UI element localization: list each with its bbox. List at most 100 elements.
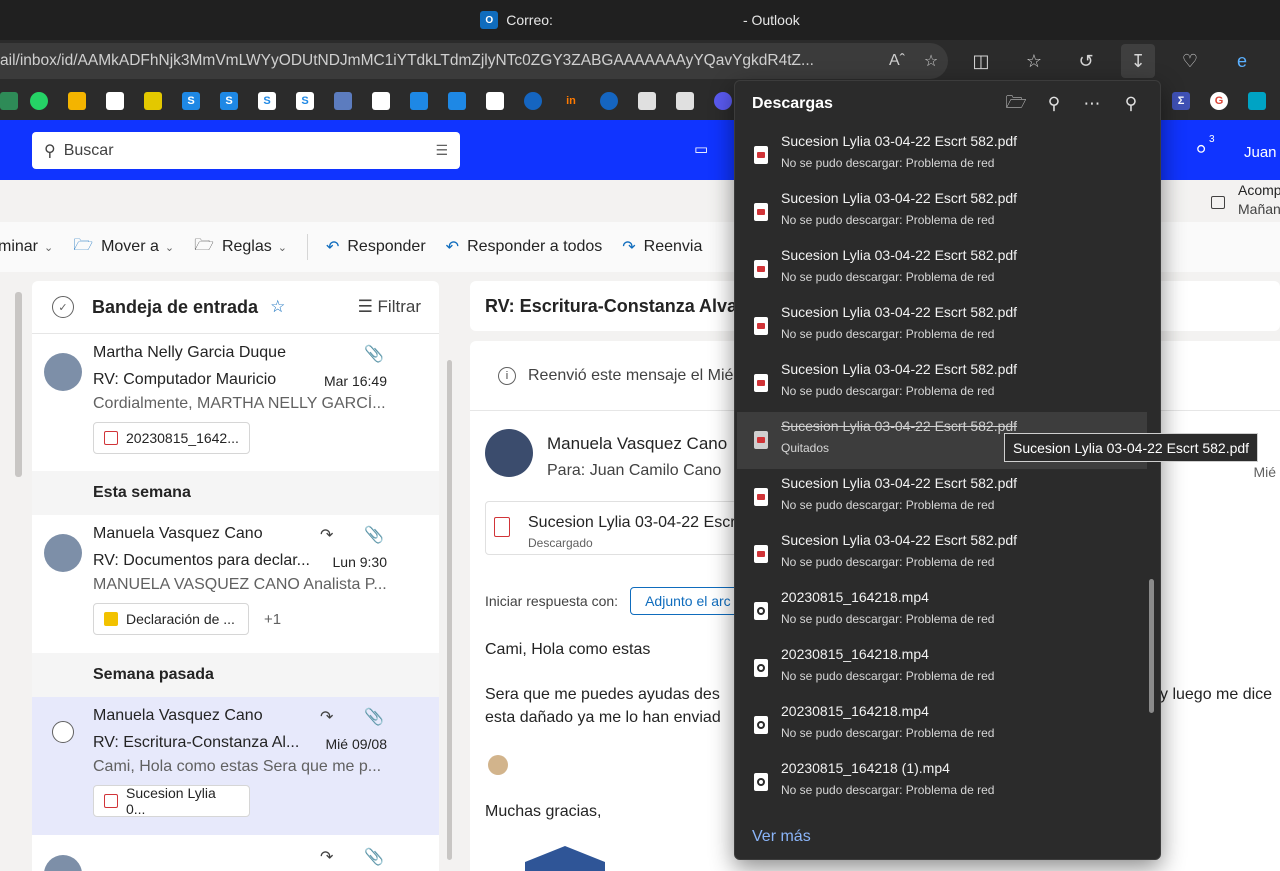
message-date: Lun 9:30: [332, 554, 388, 570]
s-icon[interactable]: S: [296, 92, 314, 110]
download-item[interactable]: 20230815_164218.mp4 No se pudo descargar:…: [737, 583, 1147, 640]
to-name[interactable]: Juan Camilo Cano: [590, 462, 722, 479]
address-bar[interactable]: ail/inbox/id/AAMkADFhNjk3MmVmLWYyODUtNDJ…: [0, 43, 948, 79]
mail-icon[interactable]: [638, 92, 656, 110]
reading-from[interactable]: Manuela Vasquez Cano: [547, 434, 727, 454]
download-filename: Sucesion Lylia 03-04-22 Escrt 582.pdf: [781, 133, 1018, 149]
download-filename: Sucesion Lylia 03-04-22 Escrt 582.pdf: [781, 361, 1018, 377]
select-all-icon[interactable]: ✓: [52, 296, 74, 318]
download-item[interactable]: Sucesion Lylia 03-04-22 Escrt 582.pdf No …: [737, 469, 1147, 526]
split-screen-icon[interactable]: ◫: [964, 44, 998, 78]
favorite-star-icon[interactable]: ☆: [914, 51, 948, 71]
tips-icon[interactable]: ⚪: [1194, 140, 1208, 160]
list-item[interactable]: ↷ 📎: [32, 835, 439, 871]
message-subject: RV: Documentos para declar...: [93, 552, 310, 569]
health-icon[interactable]: ♡: [1173, 44, 1207, 78]
download-item[interactable]: 20230815_164218.mp4 No se pudo descargar:…: [737, 640, 1147, 697]
whatsapp-icon[interactable]: [30, 92, 48, 110]
page-icon[interactable]: [486, 92, 504, 110]
favorite-star-icon[interactable]: ☆: [270, 297, 285, 317]
delete-button[interactable]: minar ⌄: [0, 238, 53, 256]
sigma-icon[interactable]: Σ: [1172, 92, 1190, 110]
forward-button[interactable]: ↷ Reenvia: [622, 237, 702, 257]
pin-icon[interactable]: ⚲: [1120, 93, 1142, 115]
download-item[interactable]: 20230815_164218 (1).mp4 No se pudo descar…: [737, 754, 1147, 811]
filter-button[interactable]: ☰ Filtrar: [358, 297, 421, 317]
download-item[interactable]: Sucesion Lylia 03-04-22 Escrt 582.pdf No …: [737, 526, 1147, 583]
read-aloud-icon[interactable]: Aˆ: [880, 52, 914, 70]
more-options-icon[interactable]: ⋯: [1081, 93, 1103, 115]
attachment-chip[interactable]: 20230815_1642...: [93, 422, 250, 454]
reply-all-button[interactable]: ↶ Responder a todos: [446, 237, 603, 257]
quick-reply-button[interactable]: Adjunto el arc: [630, 587, 746, 615]
download-item[interactable]: Sucesion Lylia 03-04-22 Escrt 582.pdf No …: [737, 241, 1147, 298]
bookmark-icon[interactable]: in: [562, 92, 580, 110]
bookmark-icon[interactable]: [600, 92, 618, 110]
page-icon[interactable]: [106, 92, 124, 110]
s-icon[interactable]: S: [220, 92, 238, 110]
bookmark-icon[interactable]: [448, 92, 466, 110]
attachment-chip[interactable]: Declaración de ...: [93, 603, 249, 635]
bookmark-icon[interactable]: [68, 92, 86, 110]
bookmark-icon[interactable]: [0, 92, 18, 110]
folder-scrollbar[interactable]: [15, 292, 22, 477]
list-item[interactable]: Manuela Vasquez Cano ↷ 📎 RV: Documentos …: [32, 515, 439, 653]
search-icon[interactable]: ⚲: [1043, 93, 1065, 115]
list-scrollbar[interactable]: [445, 340, 453, 860]
page-icon[interactable]: [372, 92, 390, 110]
scroll-thumb[interactable]: [447, 360, 452, 860]
move-button[interactable]: 🗁 Mover a ⌄: [73, 234, 174, 261]
downloads-icon[interactable]: ↧: [1121, 44, 1155, 78]
select-circle[interactable]: [52, 721, 74, 743]
url-text[interactable]: ail/inbox/id/AAMkADFhNjk3MmVmLWYyODUtNDJ…: [0, 52, 880, 70]
download-status: No se pudo descargar: Problema de red: [781, 213, 995, 227]
body-greeting: Cami, Hola como estas: [485, 641, 651, 658]
bookmark-icon[interactable]: [410, 92, 428, 110]
attachment-name: Sucesion Lylia 03-04-22 Escr: [528, 514, 736, 531]
list-item[interactable]: Martha Nelly Garcia Duque 📎 RV: Computad…: [32, 334, 439, 470]
mail-icon[interactable]: [676, 92, 694, 110]
download-item[interactable]: Sucesion Lylia 03-04-22 Escrt 582.pdf No …: [737, 298, 1147, 355]
attachment-status: Descargado: [528, 536, 593, 550]
download-item[interactable]: Sucesion Lylia 03-04-22 Escrt 582.pdf No …: [737, 127, 1147, 184]
video-file-icon: [104, 431, 118, 445]
see-more-link[interactable]: Ver más: [752, 828, 811, 846]
avatar: [44, 353, 82, 391]
bookmark-icon[interactable]: [714, 92, 732, 110]
pdf-file-icon: [754, 260, 768, 278]
rules-button[interactable]: 🗁 Reglas ⌄: [194, 234, 287, 261]
user-name[interactable]: Juan: [1244, 144, 1277, 161]
favorites-icon[interactable]: ☆: [1017, 44, 1051, 78]
download-item[interactable]: Sucesion Lylia 03-04-22 Escrt 582.pdf No …: [737, 184, 1147, 241]
message-list: ✓ Bandeja de entrada ☆ ☰ Filtrar Martha …: [32, 281, 439, 871]
shield-icon[interactable]: [334, 92, 352, 110]
search-filter-icon[interactable]: ☰: [435, 142, 448, 159]
pdf-file-icon: [754, 431, 768, 449]
message-sender: Manuela Vasquez Cano: [93, 707, 263, 724]
reply-button[interactable]: ↶ Responder: [326, 237, 426, 257]
bookmark-icon[interactable]: [524, 92, 542, 110]
sender-avatar[interactable]: [485, 429, 533, 477]
message-date: Mar 16:49: [323, 373, 387, 389]
message-subject: RV: Escritura-Constanza Al...: [93, 734, 300, 751]
downloads-scrollbar[interactable]: [1149, 579, 1154, 713]
bookmark-icon[interactable]: [1248, 92, 1266, 110]
more-attachments[interactable]: +1: [264, 611, 281, 628]
download-item[interactable]: 20230815_164218.mp4 No se pudo descargar:…: [737, 697, 1147, 754]
attachment-chip[interactable]: Sucesion Lylia 0...: [93, 785, 250, 817]
s-icon[interactable]: S: [258, 92, 276, 110]
open-folder-icon[interactable]: 🗁: [1005, 93, 1027, 115]
reminder-title[interactable]: Acomp: [1238, 182, 1280, 198]
s-icon[interactable]: S: [182, 92, 200, 110]
google-icon[interactable]: G: [1210, 92, 1228, 110]
edge-icon[interactable]: e: [1225, 44, 1259, 78]
video-file-icon: [754, 659, 768, 677]
list-item-selected[interactable]: Manuela Vasquez Cano ↷ 📎 RV: Escritura-C…: [32, 697, 439, 835]
meet-icon[interactable]: ▭: [694, 140, 708, 158]
history-icon[interactable]: ↺: [1069, 44, 1103, 78]
tips-badge: 3: [1209, 134, 1215, 145]
download-item[interactable]: Sucesion Lylia 03-04-22 Escrt 582.pdf No …: [737, 355, 1147, 412]
bookmark-icon[interactable]: [144, 92, 162, 110]
reply-icon: ↶: [325, 239, 340, 256]
search-input[interactable]: ⚲ Buscar ☰: [32, 132, 460, 169]
